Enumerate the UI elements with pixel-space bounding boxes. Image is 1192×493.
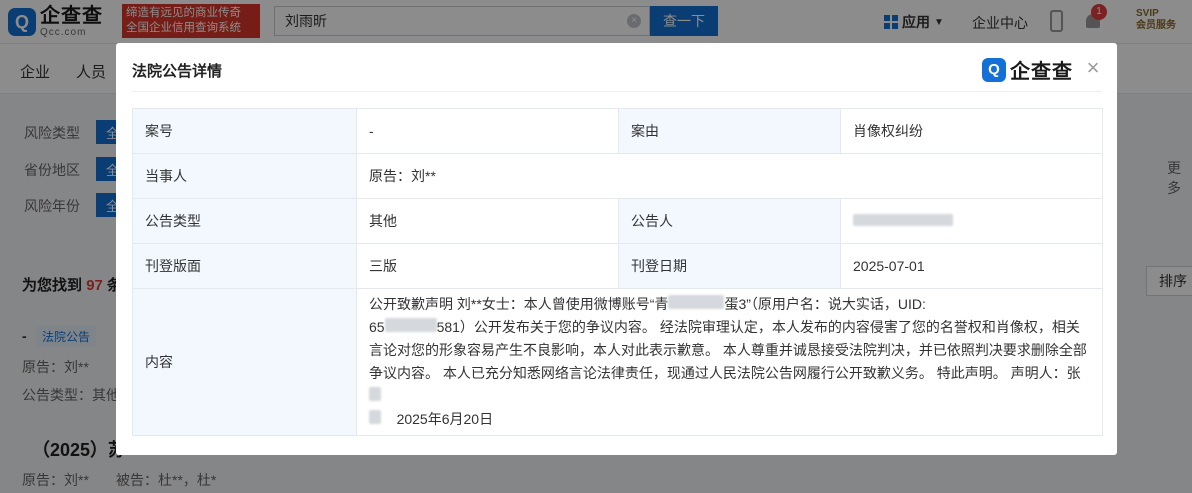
content-value: 公开致歉声明 刘**女士：本人曾使用微博账号“青 蛋3”（原用户名：说大实话，UI… <box>356 288 1103 436</box>
table-row: 内容 公开致歉声明 刘**女士：本人曾使用微博账号“青 蛋3”（原用户名：说大实话… <box>132 288 1103 436</box>
page-label: 刊登版面 <box>132 243 357 289</box>
redacted-text <box>668 295 725 309</box>
close-icon[interactable]: × <box>1082 57 1104 79</box>
announcer-value <box>840 198 1103 244</box>
case-no-value: - <box>356 108 619 154</box>
party-value: 原告：刘** <box>356 153 1103 199</box>
type-value: 其他 <box>356 198 619 244</box>
cause-label: 案由 <box>618 108 841 154</box>
redacted-text <box>369 387 381 401</box>
court-notice-dialog: 法院公告详情 Q 企查查 × 案号 - 案由 肖像权纠纷 当事人 原告：刘** … <box>116 43 1117 455</box>
announcer-label: 公告人 <box>618 198 841 244</box>
table-row: 公告类型 其他 公告人 <box>132 198 1103 244</box>
dialog-logo: Q 企查查 <box>982 55 1073 84</box>
dialog-logo-text: 企查查 <box>1010 61 1073 83</box>
cause-value: 肖像权纠纷 <box>840 108 1103 154</box>
party-label: 当事人 <box>132 153 357 199</box>
table-row: 刊登版面 三版 刊登日期 2025-07-01 <box>132 243 1103 289</box>
table-row: 当事人 原告：刘** <box>132 153 1103 199</box>
content-text: 581）公开发布关于您的争议内容。 经法院审理认定，本人发布的内容侵害了您的名誉… <box>369 319 1087 381</box>
content-text: 蛋3”（原用户名：说大实话，UID: <box>724 296 926 312</box>
content-text: 2025年6月20日 <box>396 411 494 427</box>
qcc-logo-icon: Q <box>982 57 1006 82</box>
case-no-label: 案号 <box>132 108 357 154</box>
redacted-value <box>853 214 953 226</box>
content-text: 公开致歉声明 刘**女士：本人曾使用微博账号“青 <box>369 296 669 312</box>
content-label: 内容 <box>132 288 357 436</box>
date-value: 2025-07-01 <box>840 243 1103 289</box>
dialog-divider <box>132 91 1102 92</box>
redacted-text <box>384 318 437 332</box>
type-label: 公告类型 <box>132 198 357 244</box>
notice-detail-table: 案号 - 案由 肖像权纠纷 当事人 原告：刘** 公告类型 其他 公告人 刊登版… <box>132 108 1103 436</box>
date-label: 刊登日期 <box>618 243 841 289</box>
redacted-text <box>369 410 381 424</box>
table-row: 案号 - 案由 肖像权纠纷 <box>132 108 1103 154</box>
dialog-title: 法院公告详情 <box>132 63 223 80</box>
content-text: 65 <box>369 319 385 335</box>
page-value: 三版 <box>356 243 619 289</box>
